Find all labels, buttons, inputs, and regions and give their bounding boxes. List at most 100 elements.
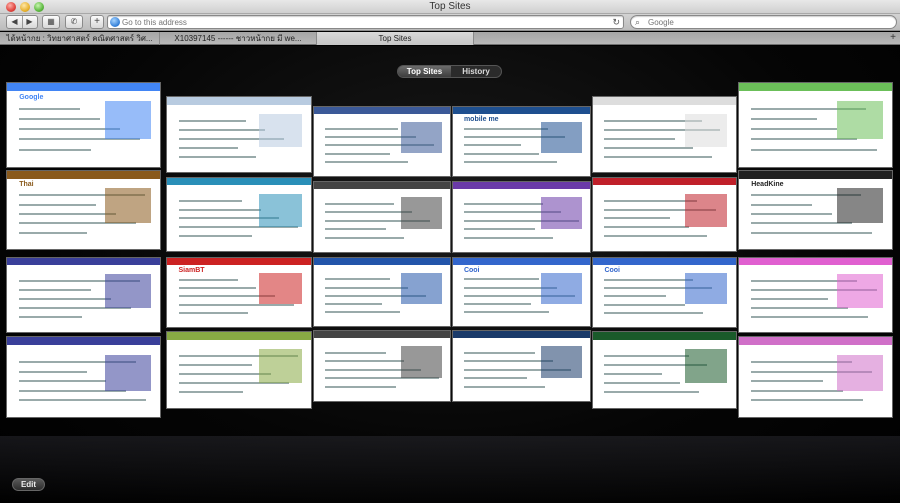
top-site-thumbnail[interactable]: mobile me [452, 106, 591, 177]
thumbnail-text-line [178, 391, 244, 394]
thumbnail-text-line [751, 231, 873, 234]
view-switcher: Top Sites History [397, 65, 502, 78]
tab-2[interactable]: X10397145 ------ ชาวหน้ากย มี we... [160, 32, 317, 45]
thumbnail-text-line [463, 203, 544, 205]
top-site-thumbnail[interactable] [452, 181, 591, 253]
tab-top-sites[interactable]: Top Sites [317, 32, 474, 45]
thumbnail-text-line [604, 146, 694, 149]
top-site-thumbnail[interactable]: SiamBT [166, 257, 312, 328]
add-bookmark-button[interactable]: + [90, 15, 104, 29]
new-tab-icon[interactable]: + [890, 32, 896, 44]
thumbnail-text-line [178, 234, 252, 237]
wall-reflection [0, 436, 900, 503]
back-arrow-icon[interactable]: ◀ [7, 16, 22, 28]
history-segment[interactable]: History [451, 66, 501, 77]
thumbnail-image-block [684, 194, 728, 227]
thumbnail-text-line [324, 352, 387, 354]
top-site-thumbnail[interactable]: Thai [6, 170, 161, 250]
thumbnail-image-block [836, 354, 883, 391]
top-site-thumbnail[interactable] [738, 336, 893, 418]
bookmarks-icon[interactable]: ✆ [65, 15, 83, 29]
top-site-thumbnail[interactable] [313, 106, 451, 177]
thumbnail-header [453, 182, 590, 189]
top-site-thumbnail[interactable] [313, 257, 451, 327]
thumbnail-text-line [178, 208, 261, 211]
thumbnail-text-line [751, 380, 824, 383]
top-sites-wall: Google mobile me Thai HeadKine SiamBT Cooi Coo… [0, 46, 900, 503]
thumbnail-text-line [463, 228, 536, 231]
reload-icon[interactable]: ↻ [612, 16, 620, 28]
top-site-thumbnail[interactable] [738, 257, 893, 333]
top-site-thumbnail[interactable]: Cooi [452, 257, 591, 327]
thumbnail-text-line [604, 217, 671, 220]
thumbnail-text-line [324, 203, 395, 205]
top-site-thumbnail[interactable] [592, 177, 737, 252]
thumbnail-text-line [178, 155, 257, 158]
top-site-thumbnail[interactable] [592, 331, 737, 409]
edit-button[interactable]: Edit [12, 478, 45, 491]
top-site-thumbnail[interactable] [313, 330, 451, 402]
top-site-thumbnail[interactable] [313, 181, 451, 253]
thumbnail-text-line [324, 160, 408, 163]
thumbnail-header [593, 178, 736, 186]
thumbnail-image-block [259, 273, 303, 305]
top-site-thumbnail[interactable] [738, 82, 893, 168]
thumbnail-text-line [178, 119, 247, 122]
top-sites-segment[interactable]: Top Sites [398, 66, 451, 77]
thumbnail-text-line [463, 236, 553, 239]
thumbnail-image-block [540, 122, 582, 154]
thumbnail-text-line [178, 199, 242, 202]
top-site-thumbnail[interactable]: Google [6, 82, 161, 168]
thumbnail-text-line [19, 118, 101, 121]
top-site-thumbnail[interactable] [452, 330, 591, 402]
thumbnail-text-line [751, 118, 818, 121]
search-bar[interactable]: ⌕ [630, 15, 897, 29]
thumbnail-text-line [751, 389, 844, 392]
tab-1[interactable]: ได้หน้ากย : วิทยาศาสตร์ คณิตศาสตร์ วิศ..… [0, 32, 160, 45]
address-bar[interactable]: ↻ [107, 15, 624, 29]
thumbnail-text-line [751, 306, 848, 309]
thumbnail-text-line [463, 278, 540, 281]
thumbnail-text-line [463, 360, 553, 363]
window-title: Top Sites [429, 1, 471, 12]
search-input[interactable] [648, 16, 888, 28]
top-site-thumbnail[interactable] [592, 96, 737, 173]
thumbnail-text-line [463, 127, 548, 130]
thumbnail-site-label: HeadKine [751, 181, 784, 189]
thumbnail-text-line [324, 311, 400, 314]
thumbnail-text-line [324, 278, 391, 281]
thumbnail-text-line [463, 385, 545, 388]
thumbnail-header [167, 332, 311, 340]
forward-arrow-icon[interactable]: ▶ [22, 16, 37, 28]
thumbnail-image-block [259, 194, 303, 227]
thumbnail-site-label: mobile me [463, 115, 499, 123]
top-sites-grid-icon[interactable]: ▦ [42, 15, 60, 29]
thumbnail-header [453, 331, 590, 338]
search-icon[interactable]: ⌕ [635, 16, 640, 28]
thumbnail-text-line [463, 160, 558, 163]
thumbnail-text-line [751, 399, 863, 402]
top-site-thumbnail[interactable] [166, 331, 312, 409]
thumbnail-site-label: Thai [19, 181, 34, 189]
top-site-thumbnail[interactable] [166, 96, 312, 173]
top-site-thumbnail[interactable] [6, 257, 161, 333]
thumbnail-header [314, 107, 450, 114]
title-bar: Top Sites [0, 0, 900, 14]
thumbnail-text-line [19, 370, 87, 373]
thumbnail-header [7, 337, 160, 345]
address-input[interactable] [122, 16, 602, 28]
thumbnail-text-line [463, 311, 549, 314]
top-site-thumbnail[interactable] [6, 336, 161, 418]
top-site-thumbnail[interactable]: Cooi [592, 257, 737, 328]
globe-icon [110, 17, 120, 27]
thumbnail-text-line [19, 289, 92, 292]
thumbnail-text-line [604, 155, 712, 158]
thumbnail-header [7, 83, 160, 92]
thumbnail-header [453, 107, 590, 114]
top-site-thumbnail[interactable] [166, 177, 312, 252]
thumbnail-image-block [104, 188, 151, 224]
thumbnail-text-line [604, 354, 689, 357]
thumbnail-image-block [401, 197, 442, 229]
thumbnail-text-line [324, 385, 396, 388]
top-site-thumbnail[interactable]: HeadKine [738, 170, 893, 250]
